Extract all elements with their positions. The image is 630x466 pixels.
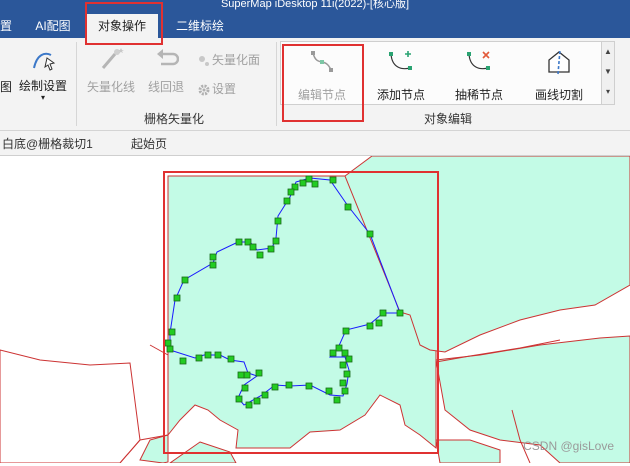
doc-tab-start-page[interactable]: 起始页	[131, 135, 167, 152]
face-vectorize-icon	[196, 54, 212, 68]
vectorize-line-button[interactable]: 矢量化线	[86, 46, 136, 95]
tab-object-operations[interactable]: 对象操作	[86, 14, 158, 38]
object-edit-gallery: 编辑节点 添加节点 抽稀节点 画线切割	[280, 41, 603, 105]
edit-group-label: 对象编辑	[424, 112, 473, 126]
watermark: CSDN @gisLove	[523, 439, 614, 453]
edit-nodes-button[interactable]: 编辑节点	[287, 48, 357, 103]
edit-nodes-label: 编辑节点	[297, 88, 346, 102]
ribbon-panel: 图 绘制设置 ▾ 矢量化线 线回退 矢量化面 设置 栅格矢量化 编辑节点 添加节…	[0, 38, 630, 131]
gallery-scrollbar[interactable]: ▲ ▼ ▾	[601, 41, 615, 105]
draw-settings-button[interactable]: 绘制设置 ▾	[16, 46, 70, 102]
map-view[interactable]	[0, 155, 630, 464]
document-tab-bar: 白底@栅格裁切1 起始页	[0, 131, 630, 156]
split-polygon-icon	[548, 49, 570, 75]
line-split-button[interactable]: 画线切割	[527, 48, 591, 103]
raster-settings-label: 设置	[212, 82, 237, 96]
vectorize-face-button[interactable]: 矢量化面	[196, 51, 268, 68]
vectorize-line-label: 矢量化线	[86, 80, 135, 94]
gear-icon	[196, 83, 212, 97]
magic-wand-icon	[101, 48, 124, 69]
draw-settings-label: 绘制设置	[18, 79, 67, 93]
map-button-partial[interactable]: 图	[0, 78, 12, 95]
line-split-label: 画线切割	[534, 88, 583, 102]
undo-arrow-icon	[157, 49, 179, 66]
add-nodes-button[interactable]: 添加节点	[371, 48, 431, 103]
tab-ai-mapping[interactable]: AI配图	[32, 14, 74, 38]
raster-settings-button[interactable]: 设置	[196, 80, 256, 97]
add-node-icon	[389, 51, 412, 70]
vectorize-face-label: 矢量化面	[212, 53, 261, 67]
gallery-expand-icon[interactable]: ▾	[602, 82, 614, 102]
draw-settings-icon	[33, 52, 56, 71]
group-separator	[76, 42, 77, 126]
scroll-down-icon[interactable]: ▼	[602, 62, 614, 82]
add-nodes-label: 添加节点	[376, 88, 425, 102]
raster-group-label: 栅格矢量化	[144, 112, 205, 126]
scroll-up-icon[interactable]: ▲	[602, 42, 614, 62]
doc-tab-map[interactable]: 白底@栅格裁切1	[2, 135, 93, 152]
thin-nodes-button[interactable]: 抽稀节点	[449, 48, 509, 103]
tab-2d-plotting[interactable]: 二维标绘	[170, 14, 230, 38]
thin-nodes-label: 抽稀节点	[454, 88, 503, 102]
line-rollback-button[interactable]: 线回退	[146, 46, 186, 95]
group-separator	[276, 42, 277, 126]
edit-nodes-icon	[311, 51, 333, 72]
map-polygons	[0, 155, 630, 464]
ribbon-tab-bar: 置 AI配图 对象操作 二维标绘	[0, 14, 630, 38]
chevron-down-icon: ▾	[40, 93, 45, 102]
window-title: SuperMap iDesktop 11i(2022)-[核心版]	[0, 0, 630, 14]
line-rollback-label: 线回退	[147, 80, 184, 94]
thin-node-icon	[467, 51, 490, 70]
tab-partial[interactable]: 置	[0, 14, 14, 38]
map-canvas[interactable]: CSDN @gisLove	[0, 155, 630, 464]
